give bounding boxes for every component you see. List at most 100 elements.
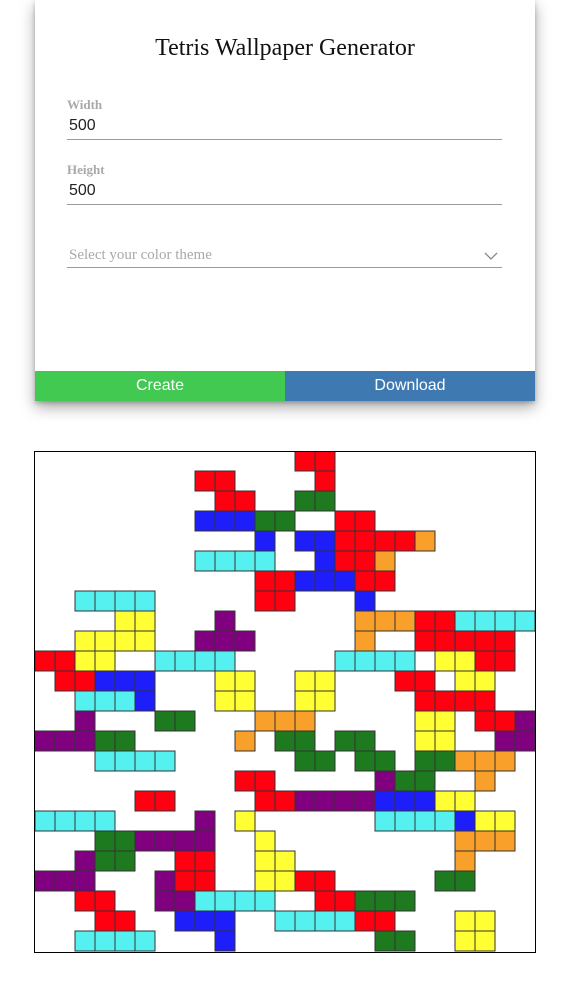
- download-button[interactable]: Download: [285, 371, 535, 401]
- tetris-block: [234, 690, 256, 712]
- tetris-block: [354, 750, 376, 772]
- tetris-block: [434, 650, 456, 672]
- tetris-block: [194, 510, 216, 532]
- tetris-block: [274, 910, 296, 932]
- tetris-block: [154, 790, 176, 812]
- tetris-block: [234, 770, 256, 792]
- tetris-block: [114, 610, 136, 632]
- tetris-block: [214, 510, 236, 532]
- tetris-block: [374, 530, 396, 552]
- tetris-block: [474, 830, 496, 852]
- tetris-block: [214, 550, 236, 572]
- tetris-block: [474, 710, 496, 732]
- tetris-block: [454, 870, 476, 892]
- tetris-block: [314, 490, 336, 512]
- tetris-block: [74, 870, 96, 892]
- tetris-block: [454, 850, 476, 872]
- tetris-block: [234, 730, 256, 752]
- tetris-block: [234, 810, 256, 832]
- tetris-block: [414, 790, 436, 812]
- tetris-block: [394, 670, 416, 692]
- tetris-block: [294, 730, 316, 752]
- tetris-block: [254, 530, 276, 552]
- tetris-block: [334, 730, 356, 752]
- tetris-block: [334, 570, 356, 592]
- tetris-block: [494, 630, 516, 652]
- tetris-block: [414, 710, 436, 732]
- tetris-block: [234, 670, 256, 692]
- tetris-block: [394, 790, 416, 812]
- height-input[interactable]: [67, 178, 502, 205]
- tetris-block: [434, 690, 456, 712]
- tetris-block: [214, 670, 236, 692]
- tetris-block: [374, 550, 396, 572]
- tetris-block: [114, 590, 136, 612]
- tetris-block: [434, 610, 456, 632]
- tetris-block: [394, 650, 416, 672]
- tetris-block: [414, 690, 436, 712]
- tetris-block: [414, 610, 436, 632]
- tetris-block: [494, 830, 516, 852]
- tetris-block: [314, 670, 336, 692]
- tetris-block: [314, 550, 336, 572]
- tetris-block: [514, 730, 535, 752]
- tetris-block: [294, 570, 316, 592]
- tetris-block: [74, 890, 96, 912]
- tetris-block: [234, 490, 256, 512]
- tetris-block: [274, 870, 296, 892]
- tetris-block: [35, 650, 56, 672]
- tetris-block: [274, 790, 296, 812]
- tetris-block: [254, 870, 276, 892]
- tetris-block: [254, 550, 276, 572]
- tetris-block: [494, 710, 516, 732]
- tetris-block: [294, 710, 316, 732]
- tetris-block: [334, 890, 356, 912]
- tetris-block: [94, 690, 116, 712]
- tetris-block: [114, 850, 136, 872]
- tetris-block: [94, 810, 116, 832]
- tetris-block: [294, 530, 316, 552]
- tetris-block: [154, 870, 176, 892]
- tetris-block: [354, 590, 376, 612]
- tetris-wallpaper: [35, 452, 535, 952]
- tetris-block: [354, 890, 376, 912]
- width-input[interactable]: [67, 113, 502, 140]
- tetris-block: [134, 750, 156, 772]
- tetris-block: [414, 810, 436, 832]
- tetris-block: [254, 590, 276, 612]
- chevron-down-icon: [484, 248, 498, 266]
- tetris-block: [314, 530, 336, 552]
- tetris-block: [154, 890, 176, 912]
- color-theme-select[interactable]: Select your color theme: [67, 244, 502, 268]
- tetris-block: [354, 910, 376, 932]
- tetris-block: [214, 490, 236, 512]
- tetris-block: [54, 650, 76, 672]
- tetris-block: [35, 870, 56, 892]
- tetris-block: [214, 890, 236, 912]
- tetris-block: [414, 750, 436, 772]
- tetris-block: [514, 610, 535, 632]
- tetris-block: [94, 850, 116, 872]
- tetris-block: [74, 730, 96, 752]
- tetris-block: [134, 610, 156, 632]
- tetris-block: [194, 850, 216, 872]
- tetris-block: [254, 570, 276, 592]
- create-button[interactable]: Create: [35, 371, 285, 401]
- tetris-block: [234, 630, 256, 652]
- tetris-block: [334, 790, 356, 812]
- tetris-block: [254, 710, 276, 732]
- tetris-block: [294, 910, 316, 932]
- tetris-block: [214, 650, 236, 672]
- tetris-block: [474, 930, 496, 952]
- tetris-block: [314, 890, 336, 912]
- tetris-block: [474, 810, 496, 832]
- wallpaper-canvas: [34, 451, 536, 953]
- tetris-block: [454, 690, 476, 712]
- tetris-block: [434, 730, 456, 752]
- tetris-block: [254, 790, 276, 812]
- tetris-block: [274, 570, 296, 592]
- tetris-block: [254, 850, 276, 872]
- tetris-block: [454, 810, 476, 832]
- tetris-block: [54, 870, 76, 892]
- tetris-block: [194, 830, 216, 852]
